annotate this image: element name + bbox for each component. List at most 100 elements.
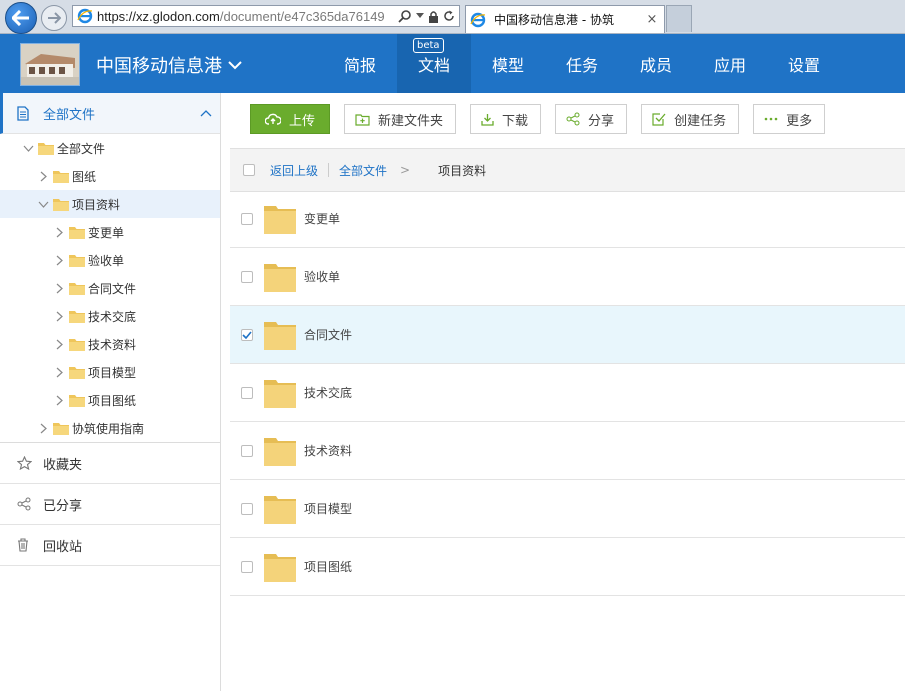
file-checkbox[interactable]: [241, 270, 253, 283]
chevron-right-icon[interactable]: [53, 226, 65, 238]
back-to-parent-link[interactable]: 返回上级: [270, 162, 318, 179]
tree-item-label: 协筑使用指南: [72, 421, 145, 436]
breadcrumb-all-files-link[interactable]: 全部文件: [339, 162, 387, 179]
refresh-icon[interactable]: [443, 10, 455, 22]
chevron-down-icon[interactable]: [22, 142, 34, 154]
url-path: /document/e47c365da76149: [219, 8, 385, 24]
new-tab-button[interactable]: [666, 5, 692, 32]
file-checkbox[interactable]: [241, 328, 253, 341]
document-icon: [17, 105, 33, 121]
chevron-right-icon[interactable]: [37, 170, 49, 182]
nav-tasks[interactable]: 任务: [545, 34, 619, 93]
share-icon: [566, 112, 580, 126]
ie-logo-icon: [77, 8, 93, 24]
chevron-down-icon: [228, 60, 242, 69]
star-icon: [17, 456, 33, 470]
project-name: 中国移动信息港: [96, 56, 222, 77]
create-task-label: 创建任务: [674, 113, 727, 129]
project-switcher[interactable]: 中国移动信息港: [96, 52, 242, 78]
chevron-right-icon[interactable]: [53, 338, 65, 350]
file-name: 技术交底: [304, 386, 353, 400]
tree-item-drawings[interactable]: 图纸: [0, 162, 220, 190]
tree-item-label: 图纸: [72, 169, 97, 184]
chevron-right-icon[interactable]: [53, 254, 65, 266]
upload-label: 上传: [289, 113, 316, 129]
tree-item-child[interactable]: 项目图纸: [0, 386, 220, 414]
search-icon[interactable]: [398, 9, 412, 23]
more-button[interactable]: 更多: [753, 104, 826, 134]
tree-item-child[interactable]: 变更单: [0, 218, 220, 246]
tree-item-guide[interactable]: 协筑使用指南: [0, 414, 220, 442]
file-checkbox[interactable]: [241, 502, 253, 515]
lock-icon[interactable]: [428, 10, 439, 23]
chevron-right-icon[interactable]: [37, 422, 49, 434]
sidebar-shared[interactable]: 已分享: [0, 484, 220, 525]
tree-item-child[interactable]: 项目模型: [0, 358, 220, 386]
file-row[interactable]: 变更单: [230, 190, 905, 248]
nav-models[interactable]: 模型: [471, 34, 545, 93]
file-row[interactable]: 项目模型: [230, 480, 905, 538]
sidebar-recycle[interactable]: 回收站: [0, 525, 220, 566]
tree-item-child[interactable]: 技术资料: [0, 330, 220, 358]
tree-item-child[interactable]: 合同文件: [0, 274, 220, 302]
tab-title: 中国移动信息港 - 协筑: [494, 13, 614, 27]
browser-back-button[interactable]: [5, 2, 37, 34]
dropdown-arrow-icon[interactable]: [416, 13, 424, 19]
folder-icon: [53, 170, 69, 183]
chevron-right-icon[interactable]: [53, 394, 65, 406]
create-task-button[interactable]: 创建任务: [641, 104, 740, 134]
chevron-right-icon[interactable]: [53, 310, 65, 322]
tree-item-child[interactable]: 技术交底: [0, 302, 220, 330]
sidebar-all-files[interactable]: 全部文件: [0, 93, 220, 134]
chevron-right-icon[interactable]: [53, 366, 65, 378]
folder-icon: [264, 205, 296, 234]
tree-item-child[interactable]: 验收单: [0, 246, 220, 274]
file-name: 变更单: [304, 212, 341, 226]
task-check-icon: [652, 112, 666, 126]
nav-apps[interactable]: 应用: [693, 34, 767, 93]
chevron-right-icon[interactable]: [53, 282, 65, 294]
address-url[interactable]: https://xz.glodon.com/document/e47c365da…: [97, 9, 394, 24]
new-folder-button[interactable]: 新建文件夹: [344, 104, 457, 134]
file-row[interactable]: 合同文件: [230, 306, 905, 364]
share-button[interactable]: 分享: [555, 104, 628, 134]
file-checkbox[interactable]: [241, 560, 253, 573]
file-row[interactable]: 技术资料: [230, 422, 905, 480]
tree-item-project-docs[interactable]: 项目资料: [0, 190, 220, 218]
tree-item-root[interactable]: 全部文件: [0, 134, 220, 162]
file-checkbox[interactable]: [241, 444, 253, 457]
nav-members[interactable]: 成员: [619, 34, 693, 93]
nav-briefing[interactable]: 简报: [323, 34, 397, 93]
toolbar: 上传 新建文件夹 下载 分享 创建任务 更多: [250, 104, 826, 134]
url-prefix: https://: [97, 8, 137, 24]
sidebar-recycle-label: 回收站: [43, 539, 83, 555]
folder-tree: 全部文件 图纸 项目资料 变更单 验收单 合同文件 技术交底 技术资料 项目模型…: [0, 134, 220, 442]
project-logo[interactable]: [20, 43, 80, 86]
chevron-down-icon[interactable]: [37, 198, 49, 210]
sidebar-favorites[interactable]: 收藏夹: [0, 443, 220, 484]
select-all-checkbox[interactable]: [243, 164, 255, 176]
folder-icon: [69, 310, 85, 323]
folder-icon: [264, 553, 296, 582]
browser-forward-button[interactable]: [41, 5, 67, 31]
upload-button[interactable]: 上传: [250, 104, 331, 134]
tab-close-icon[interactable]: ×: [644, 12, 660, 27]
folder-icon: [53, 422, 69, 435]
url-domain: xz.glodon.com: [136, 8, 220, 24]
file-row[interactable]: 技术交底: [230, 364, 905, 422]
address-bar[interactable]: https://xz.glodon.com/document/e47c365da…: [72, 5, 460, 27]
file-checkbox[interactable]: [241, 386, 253, 399]
download-button[interactable]: 下载: [470, 104, 542, 134]
tree-item-label: 合同文件: [88, 281, 137, 296]
browser-tab[interactable]: 中国移动信息港 - 协筑 ×: [465, 5, 665, 33]
folder-icon: [264, 437, 296, 466]
file-row[interactable]: 项目图纸: [230, 538, 905, 596]
more-dots-icon: [764, 117, 778, 121]
chevron-up-icon[interactable]: [200, 106, 212, 121]
file-checkbox[interactable]: [241, 212, 253, 225]
folder-icon: [69, 366, 85, 379]
tree-item-label: 全部文件: [57, 141, 106, 156]
nav-settings[interactable]: 设置: [767, 34, 841, 93]
share-icon: [17, 497, 33, 511]
file-row[interactable]: 验收单: [230, 248, 905, 306]
